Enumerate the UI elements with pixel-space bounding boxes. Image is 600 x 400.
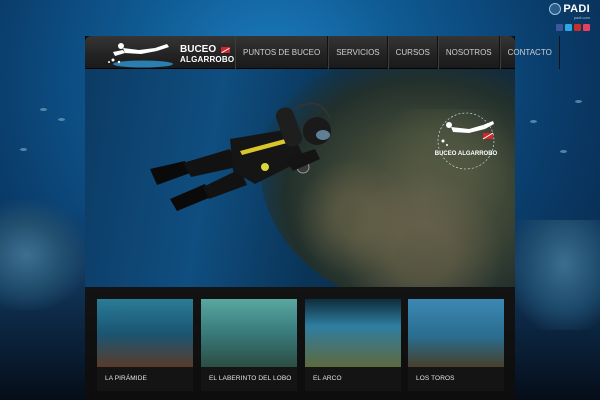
fish <box>40 108 47 111</box>
padi-badge[interactable]: PADI padi.com <box>542 3 590 31</box>
dive-flag-icon <box>221 47 230 53</box>
dive-sites-strip: LA PIRÁMIDE EL LABERINTO DEL LOBO EL ARC… <box>85 287 515 400</box>
nav-item-servicios[interactable]: SERVICIOS <box>328 36 388 69</box>
diver-logo-icon <box>108 43 173 68</box>
site-header: BUCEO ALGARROBO PUNTOS DE BUCEO SERVICIO… <box>85 36 560 69</box>
dive-site-label: EL ARCO <box>305 367 401 391</box>
fish <box>575 100 582 103</box>
youtube-icon[interactable] <box>574 24 581 31</box>
twitter-icon[interactable] <box>565 24 572 31</box>
nav-item-nosotros[interactable]: NOSOTROS <box>437 36 500 69</box>
dive-site-card-el-laberinto-del-lobo[interactable]: EL LABERINTO DEL LOBO <box>201 299 297 391</box>
main-panel: BUCEO ALGARROBO PUNTOS DE BUCEO SERVICIO… <box>85 36 560 400</box>
seabed-right-rock <box>510 220 600 330</box>
fish <box>58 118 65 121</box>
facebook-icon[interactable] <box>556 24 563 31</box>
dive-site-label: LA PIRÁMIDE <box>97 367 193 391</box>
fish <box>20 148 27 151</box>
dive-site-card-la-piramide[interactable]: LA PIRÁMIDE <box>97 299 193 391</box>
nav-item-puntos-de-buceo[interactable]: PUNTOS DE BUCEO <box>235 36 329 69</box>
nav-item-contacto[interactable]: CONTACTO <box>499 36 560 69</box>
seabed-left-rock <box>0 200 88 310</box>
social-links <box>542 24 590 31</box>
fish <box>530 120 537 123</box>
padi-subtitle: padi.com <box>573 15 590 20</box>
nav-item-cursos[interactable]: CURSOS <box>387 36 438 69</box>
dive-site-photo <box>305 299 401 367</box>
flickr-icon[interactable] <box>583 24 590 31</box>
dive-site-label: EL LABERINTO DEL LOBO <box>201 367 297 391</box>
hero-logo-text: BUCEO ALGARROBO <box>435 151 498 157</box>
dive-site-card-los-toros[interactable]: LOS TOROS <box>408 299 504 391</box>
hero-logo-badge: BUCEO ALGARROBO <box>435 112 498 170</box>
dive-site-photo <box>97 299 193 367</box>
dive-site-photo <box>201 299 297 367</box>
padi-globe-icon <box>549 3 562 15</box>
dive-site-label: LOS TOROS <box>408 367 504 391</box>
dive-site-photo <box>408 299 504 367</box>
fish <box>560 150 567 153</box>
main-nav: PUNTOS DE BUCEO SERVICIOS CURSOS NOSOTRO… <box>235 36 560 69</box>
hero-diver-photo <box>150 102 331 211</box>
hero-image: BUCEO ALGARROBO <box>85 69 515 287</box>
site-logo[interactable]: BUCEO ALGARROBO <box>105 38 234 68</box>
dive-site-card-el-arco[interactable]: EL ARCO <box>305 299 401 391</box>
site-name-line2: ALGARROBO <box>180 55 235 64</box>
padi-wordmark: PADI <box>563 3 590 15</box>
